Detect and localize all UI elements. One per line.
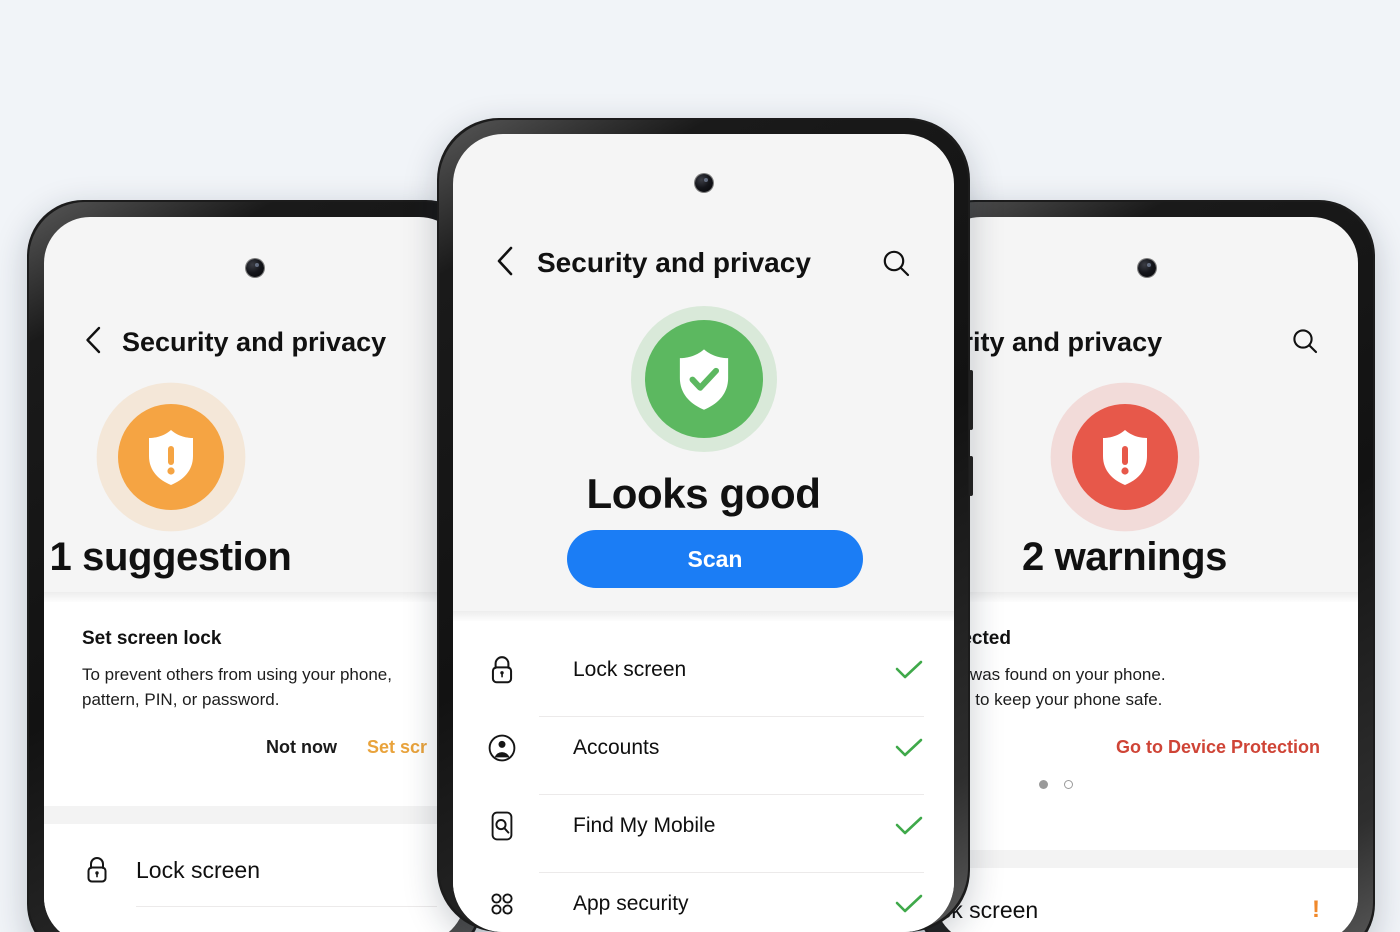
appbar-right: curity and privacy xyxy=(935,317,1358,367)
sheet-shade-right xyxy=(935,592,1358,602)
content-sheet-left: Set screen lock To prevent others from u… xyxy=(44,592,465,932)
phone-right-screen: curity and privacy 2 warnings detected r… xyxy=(935,217,1358,932)
list-item-label: Lock screen xyxy=(136,856,261,883)
lock-icon xyxy=(485,653,519,687)
phone-right: curity and privacy 2 warnings detected r… xyxy=(915,200,1375,932)
phone-center: Security and privacy Looks good Scan Loc… xyxy=(437,118,973,932)
suggestion-body-left: To prevent others from using your phone,… xyxy=(82,665,392,709)
check-icon xyxy=(894,892,924,916)
suggestion-actions-left: Not now Set scr xyxy=(82,737,427,758)
chevron-left-icon[interactable] xyxy=(493,244,517,283)
check-icon xyxy=(894,736,924,760)
content-sheet-right: e detected re app was found on your phon… xyxy=(935,592,1358,932)
warning-actions-right: Go to Device Protection xyxy=(935,737,1320,758)
find-mobile-icon xyxy=(485,809,519,843)
warning-body-line1-right: re app was found on your phone. xyxy=(935,665,1166,684)
shield-warning-icon xyxy=(1071,404,1178,510)
appbar-center: Security and privacy xyxy=(453,237,954,289)
phone-center-volume-key[interactable] xyxy=(969,370,973,430)
phone-center-screen: Security and privacy Looks good Scan Loc… xyxy=(453,134,954,932)
list-item-app-security[interactable]: App security xyxy=(453,865,954,932)
warning-card-right: e detected re app was found on your phon… xyxy=(935,628,1358,790)
shield-warning-icon xyxy=(117,404,224,510)
warning-heading-right: e detected xyxy=(935,628,1011,649)
suggestion-card-left: Set screen lock To prevent others from u… xyxy=(44,628,465,758)
list-item-find-my-mobile[interactable]: Find My Mobile xyxy=(453,787,954,865)
lock-icon xyxy=(82,855,112,885)
carousel-pagination xyxy=(935,780,1176,790)
sheet-shade-center xyxy=(453,611,954,621)
status-hero-left: 1 suggestion xyxy=(44,382,465,580)
front-camera-right xyxy=(1137,259,1156,277)
go-to-device-protection-button[interactable]: Go to Device Protection xyxy=(1116,737,1320,758)
status-title-center: Looks good xyxy=(586,470,821,517)
not-now-button[interactable]: Not now xyxy=(266,737,337,758)
screenshot-canvas: Security and privacy 1 suggestion Set sc… xyxy=(0,0,1400,932)
list-item-label: App security xyxy=(573,892,689,915)
front-camera-center xyxy=(694,174,713,192)
chevron-left-icon[interactable] xyxy=(82,324,104,361)
check-icon xyxy=(894,658,924,682)
list-item-label: Find My Mobile xyxy=(573,814,716,837)
status-title-left: 1 suggestion xyxy=(49,535,292,579)
pagination-dot[interactable] xyxy=(1063,780,1073,790)
phone-left: Security and privacy 1 suggestion Set sc… xyxy=(27,200,485,932)
status-badge-center xyxy=(630,306,777,452)
search-icon[interactable] xyxy=(1290,326,1320,361)
content-sheet-center: Lock screen Accounts Find My Mobile App … xyxy=(453,611,954,932)
list-item-label: Lock screen xyxy=(573,658,687,681)
status-hero-right: 2 warnings xyxy=(935,382,1358,580)
suggestion-heading-left: Set screen lock xyxy=(82,628,222,649)
list-item-lock-screen-right[interactable]: ock screen ! xyxy=(935,874,1358,932)
check-icon xyxy=(894,814,924,838)
shield-check-icon xyxy=(644,320,763,438)
list-item-lock-screen-left[interactable]: Lock screen xyxy=(44,834,465,906)
list-divider-left xyxy=(136,906,437,907)
list-item-lock-screen[interactable]: Lock screen xyxy=(453,631,954,709)
app-grid-icon xyxy=(485,887,519,921)
page-title-left: Security and privacy xyxy=(122,326,387,357)
status-badge-left xyxy=(96,382,245,532)
pagination-dot-active[interactable] xyxy=(1038,780,1048,790)
phone-left-screen: Security and privacy 1 suggestion Set sc… xyxy=(44,217,465,932)
page-title-center: Security and privacy xyxy=(537,247,811,278)
list-item-accounts[interactable]: Accounts xyxy=(453,709,954,787)
search-icon[interactable] xyxy=(880,247,912,284)
status-badge-right xyxy=(1050,382,1199,532)
sheet-gap-left xyxy=(44,806,465,824)
scan-button[interactable]: Scan xyxy=(567,530,863,588)
list-item-label: Accounts xyxy=(573,736,660,759)
status-title-right: 2 warnings xyxy=(1022,535,1227,579)
account-icon xyxy=(485,731,519,765)
set-screen-lock-button[interactable]: Set scr xyxy=(367,737,427,758)
front-camera-left xyxy=(245,259,264,277)
warning-body-line2-right: this app to keep your phone safe. xyxy=(935,689,1163,709)
warning-indicator-icon: ! xyxy=(1312,896,1320,923)
appbar-left: Security and privacy xyxy=(44,317,465,367)
status-hero-center: Looks good xyxy=(453,306,954,518)
sheet-shade-left xyxy=(44,592,465,602)
phone-center-power-key[interactable] xyxy=(969,456,973,496)
sheet-gap-right xyxy=(935,850,1358,868)
